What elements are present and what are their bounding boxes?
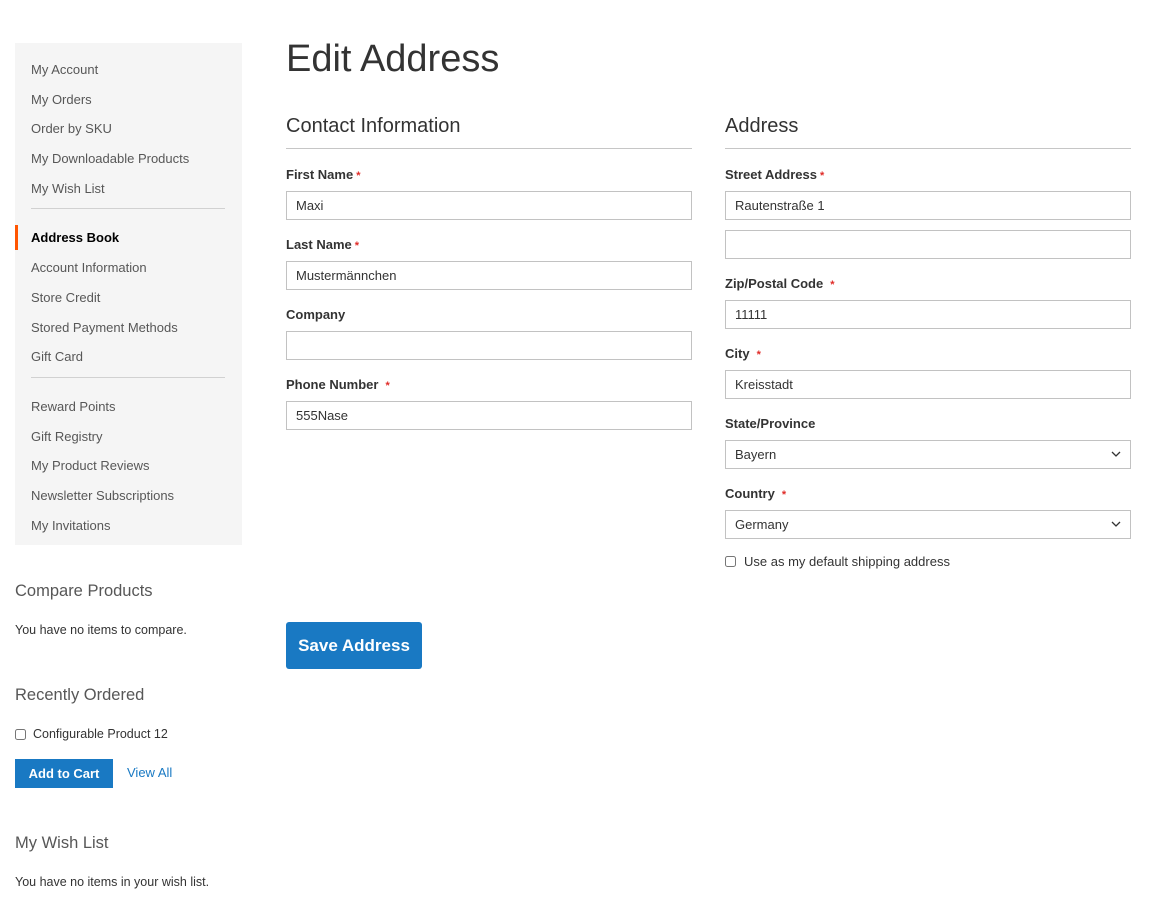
nav-account-information[interactable]: Account Information [15,255,242,285]
state-select[interactable]: Bayern [725,440,1131,469]
compare-products-title: Compare Products [15,582,153,600]
required-marker: * [781,489,787,501]
page-title: Edit Address [286,38,500,80]
zip-label: Zip/Postal Code [725,276,824,291]
required-marker: * [385,380,390,392]
country-select[interactable]: Germany [725,510,1131,539]
save-address-button[interactable]: Save Address [286,622,422,669]
contact-information-legend: Contact Information [286,115,692,149]
state-label: State/Province [725,416,816,431]
chevron-down-icon [1111,451,1121,457]
default-shipping-checkbox[interactable] [725,556,736,567]
required-marker: * [830,279,835,291]
city-field: City * [725,346,1131,399]
street-address-line1-input[interactable] [725,191,1131,220]
contact-information-fieldset: Contact Information First Name* Last Nam… [286,115,692,447]
state-field: State/Province Bayern [725,416,1131,469]
country-field: Country * Germany [725,486,1131,539]
first-name-label: First Name [286,167,354,182]
add-to-cart-button[interactable]: Add to Cart [15,759,113,788]
default-shipping-label: Use as my default shipping address [744,554,950,569]
compare-empty-text: You have no items to compare. [15,623,187,637]
street-address-label: Street Address [725,167,817,182]
last-name-label: Last Name [286,237,352,252]
nav-my-orders[interactable]: My Orders [15,87,242,117]
required-marker: * [820,170,825,182]
city-input[interactable] [725,370,1131,399]
first-name-input[interactable] [286,191,692,220]
first-name-field: First Name * [286,167,692,220]
nav-divider [31,208,225,210]
nav-newsletter-subscriptions[interactable]: Newsletter Subscriptions [15,483,242,513]
company-input[interactable] [286,331,692,360]
country-label: Country [725,486,775,501]
wish-list-title: My Wish List [15,834,109,852]
nav-divider [31,376,225,378]
recently-ordered-item[interactable]: Configurable Product 12 [15,727,168,741]
nav-store-credit[interactable]: Store Credit [15,285,242,315]
city-label: City [725,346,750,361]
nav-gift-registry[interactable]: Gift Registry [15,424,242,454]
nav-my-downloadable-products[interactable]: My Downloadable Products [15,146,242,176]
address-legend: Address [725,115,1131,149]
nav-order-by-sku[interactable]: Order by SKU [15,116,242,146]
recently-ordered-checkbox[interactable] [15,728,26,740]
street-address-line2-input[interactable] [725,230,1131,259]
zip-field: Zip/Postal Code * [725,276,1131,329]
recently-ordered-title: Recently Ordered [15,686,145,704]
last-name-field: Last Name * [286,237,692,290]
nav-stored-payment-methods[interactable]: Stored Payment Methods [15,315,242,345]
zip-input[interactable] [725,300,1131,329]
phone-number-label: Phone Number [286,377,379,392]
company-label: Company [286,307,346,322]
recently-ordered-item-name: Configurable Product 12 [33,727,168,741]
wish-list-empty-text: You have no items in your wish list. [15,875,210,889]
phone-number-field: Phone Number * [286,377,692,430]
nav-my-wish-list[interactable]: My Wish List [15,176,242,206]
default-shipping-option[interactable]: Use as my default shipping address [725,554,1131,569]
nav-reward-points[interactable]: Reward Points [15,394,242,424]
nav-my-product-reviews[interactable]: My Product Reviews [15,453,242,483]
nav-my-invitations[interactable]: My Invitations [15,513,242,543]
nav-gift-card[interactable]: Gift Card [15,344,242,374]
view-all-link[interactable]: View All [127,765,172,780]
nav-address-book[interactable]: Address Book [15,225,242,255]
company-field: Company [286,307,692,360]
street-address-field: Street Address * [725,167,1131,259]
account-nav: My Account My Orders Order by SKU My Dow… [15,43,242,545]
nav-my-account[interactable]: My Account [15,57,242,87]
required-marker: * [356,170,361,182]
required-marker: * [756,349,761,361]
chevron-down-icon [1111,521,1121,527]
last-name-input[interactable] [286,261,692,290]
address-fieldset: Address Street Address* Zip/Postal Code*… [725,115,1131,569]
phone-number-input[interactable] [286,401,692,430]
required-marker: * [354,240,360,252]
